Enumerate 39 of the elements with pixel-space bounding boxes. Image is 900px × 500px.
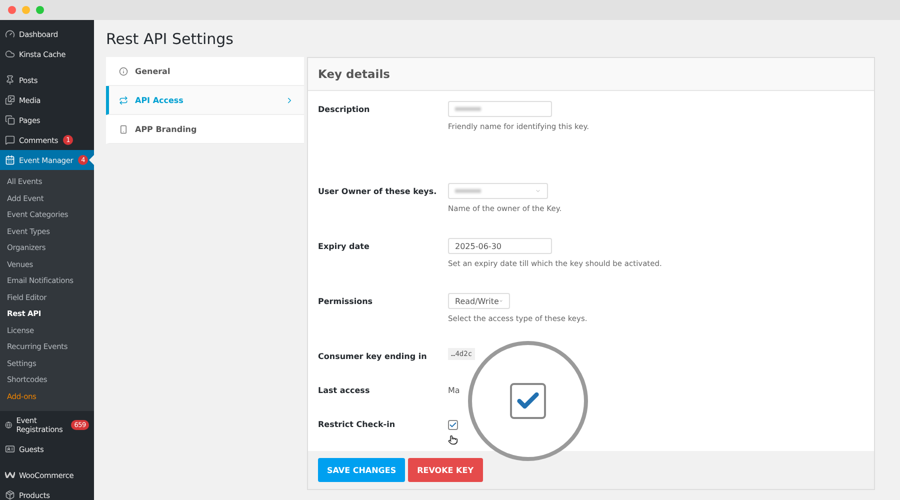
id-card-icon xyxy=(5,444,15,454)
panel-title: Key details xyxy=(308,58,874,91)
arrows-icon xyxy=(119,96,128,104)
minimize-dot[interactable] xyxy=(22,6,30,14)
field-label: User Owner of these keys. xyxy=(318,186,438,198)
info-icon xyxy=(119,66,128,76)
woo-icon xyxy=(5,472,15,478)
text-field[interactable] xyxy=(448,101,552,117)
pin-icon xyxy=(5,75,15,85)
field-label: Expiry date xyxy=(318,241,370,253)
checkbox[interactable] xyxy=(448,420,458,430)
phone-icon xyxy=(119,124,128,134)
field-label: Consumer key ending in xyxy=(318,351,428,363)
field-label: Description xyxy=(318,104,371,116)
dropdown[interactable]: Read/Write xyxy=(448,293,510,309)
comment-icon xyxy=(5,135,15,145)
pages-icon xyxy=(5,115,15,125)
chevron-icon xyxy=(285,96,294,104)
page-title: Rest API Settings xyxy=(106,30,234,50)
globe-icon xyxy=(5,420,12,430)
revoke-button[interactable]: REVOKE KEY xyxy=(408,458,482,482)
blurred-value xyxy=(455,107,481,111)
blurred-value xyxy=(455,189,481,193)
field-value: Ma xyxy=(448,385,460,395)
close-dot[interactable] xyxy=(8,6,16,14)
calendar-icon xyxy=(5,155,15,165)
field-label: Last access xyxy=(318,385,371,397)
cloud-icon xyxy=(5,49,15,59)
hand-cursor-icon xyxy=(448,435,458,445)
box-icon xyxy=(5,490,15,500)
images-icon xyxy=(5,95,15,105)
field-label: Restrict Check-in xyxy=(318,419,396,431)
text-field[interactable]: 2025-06-30 xyxy=(448,238,552,254)
check-icon xyxy=(449,421,457,429)
select-field[interactable] xyxy=(448,183,548,199)
gauge-icon xyxy=(5,29,15,39)
field-label: Permissions xyxy=(318,296,374,308)
caret-icon xyxy=(535,188,541,194)
maximize-dot[interactable] xyxy=(36,6,44,14)
